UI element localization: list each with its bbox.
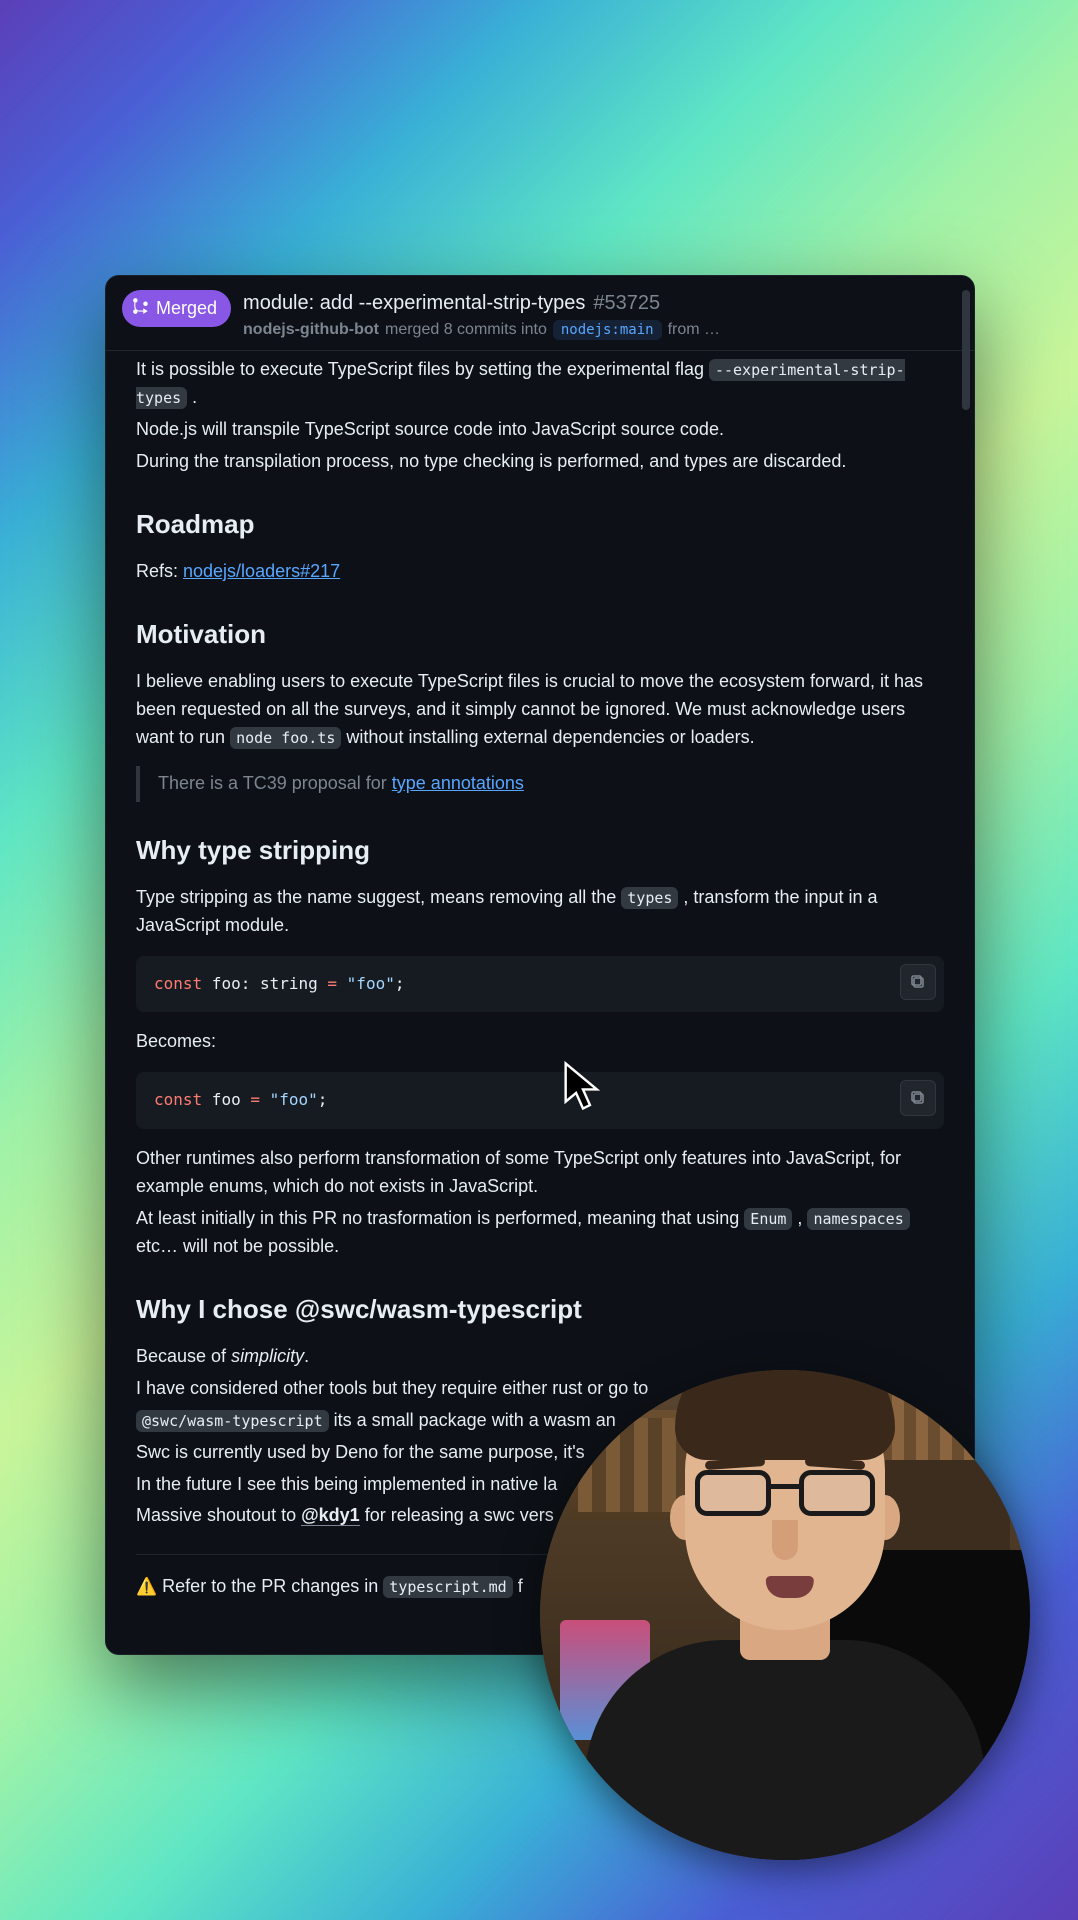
becomes-label: Becomes: [136,1028,944,1056]
merged-label: Merged [156,298,217,319]
heading-why-swc: Why I chose @swc/wasm-typescript [136,1289,944,1329]
link-refs[interactable]: nodejs/loaders#217 [183,561,340,581]
base-branch-chip[interactable]: nodejs:main [553,320,662,340]
copy-button[interactable] [900,1080,936,1116]
actor[interactable]: nodejs-github-bot [243,321,379,339]
copy-icon [910,974,926,990]
pr-subtitle: nodejs-github-bot merged 8 commits into … [243,320,958,340]
code-block-1: const foo: string = "foo"; [136,956,944,1013]
code-namespaces: namespaces [807,1208,909,1230]
heading-why-stripping: Why type stripping [136,830,944,870]
warning-icon: ⚠️ [136,1577,157,1596]
copy-button[interactable] [900,964,936,1000]
pr-number: #53725 [593,290,660,316]
merge-icon [132,297,150,320]
link-type-annotations[interactable]: type annotations [392,773,524,793]
code-block-2: const foo = "foo"; [136,1072,944,1129]
code-enum: Enum [744,1208,792,1230]
pr-title: module: add --experimental-strip-types [243,290,585,316]
code-typescript-md: typescript.md [383,1576,512,1598]
mention-kdy1[interactable]: @kdy1 [301,1505,360,1526]
blockquote: There is a TC39 proposal for type annota… [136,766,944,802]
merged-badge: Merged [122,290,231,327]
heading-roadmap: Roadmap [136,504,944,544]
pr-header: Merged module: add --experimental-strip-… [106,276,974,351]
code-swc-pkg: @swc/wasm-typescript [136,1410,329,1432]
copy-icon [910,1090,926,1106]
code-node-foo: node foo.ts [230,727,341,749]
heading-motivation: Motivation [136,614,944,654]
code-types: types [621,887,678,909]
webcam-overlay [540,1370,1030,1860]
